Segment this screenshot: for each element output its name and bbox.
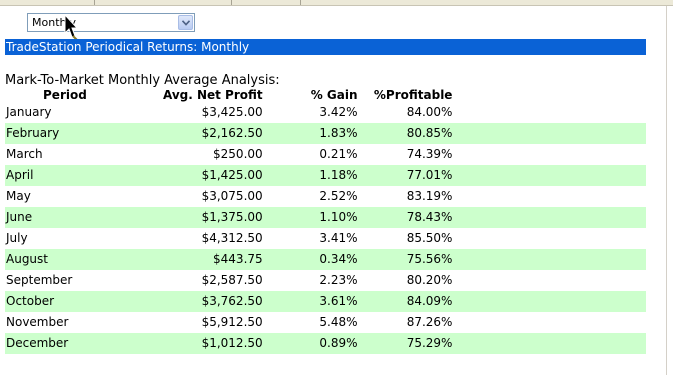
report-banner: TradeStation Periodical Returns: Monthly [5, 39, 646, 55]
cell-period: May [6, 189, 31, 203]
analysis-title: Mark-To-Market Monthly Average Analysis: [5, 73, 280, 88]
cell-profitable: 84.09% [357, 291, 453, 312]
cell-profitable: 85.50% [406, 231, 453, 245]
cell-profitable: 74.39% [406, 147, 453, 161]
cell-profitable: 77.01% [357, 165, 453, 186]
cell-profitable: 87.26% [406, 315, 453, 329]
cell-period: October [5, 291, 124, 312]
column-header-period: Period [43, 88, 87, 102]
cell-gain: 1.10% [262, 207, 358, 228]
cell-gain: 1.18% [262, 165, 358, 186]
cell-avg-net-profit: $1,425.00 [123, 165, 263, 186]
cell-profitable: 75.56% [357, 249, 453, 270]
dropdown-button[interactable] [178, 15, 193, 30]
cell-gain: 0.21% [319, 147, 358, 161]
window-divider [666, 6, 667, 375]
cell-period: June [5, 207, 124, 228]
cell-period: March [6, 147, 43, 161]
cell-profitable: 75.29% [357, 333, 453, 354]
table-row: May $3,075.00 2.52% 83.19% [5, 186, 646, 207]
cell-gain: 2.23% [319, 273, 358, 287]
column-header-profitable: %Profitable [373, 88, 453, 102]
cell-profitable: 80.85% [357, 123, 453, 144]
cell-profitable: 78.43% [357, 207, 453, 228]
cell-avg-net-profit: $3,075.00 [201, 189, 263, 203]
cell-period: January [6, 105, 52, 119]
cell-avg-net-profit: $2,162.50 [123, 123, 263, 144]
table-row: July $4,312.50 3.41% 85.50% [5, 228, 646, 249]
cell-period: July [6, 231, 28, 245]
cell-avg-net-profit: $3,425.00 [201, 105, 263, 119]
chevron-down-icon [182, 20, 190, 26]
table-row: March $250.00 0.21% 74.39% [5, 144, 646, 165]
cell-gain: 3.61% [262, 291, 358, 312]
period-select[interactable]: Monthly [27, 13, 195, 32]
cell-period: September [6, 273, 73, 287]
table-header-row: Period Avg. Net Profit % Gain %Profitabl… [5, 88, 646, 102]
cell-profitable: 84.00% [406, 105, 453, 119]
cell-avg-net-profit: $2,587.50 [201, 273, 263, 287]
cell-period: August [5, 249, 124, 270]
cell-profitable: 80.20% [406, 273, 453, 287]
returns-table: Period Avg. Net Profit % Gain %Profitabl… [5, 88, 646, 354]
table-row: June $1,375.00 1.10% 78.43% [5, 207, 646, 228]
table-row: April $1,425.00 1.18% 77.01% [5, 165, 646, 186]
cell-period: February [5, 123, 124, 144]
table-row: January $3,425.00 3.42% 84.00% [5, 102, 646, 123]
column-header-avg-net-profit: Avg. Net Profit [162, 88, 263, 102]
column-header-gain: % Gain [310, 88, 358, 102]
cell-period: November [6, 315, 69, 329]
cell-gain: 3.42% [319, 105, 358, 119]
cell-avg-net-profit: $250.00 [213, 147, 263, 161]
table-row: December $1,012.50 0.89% 75.29% [5, 333, 646, 354]
table-row: November $5,912.50 5.48% 87.26% [5, 312, 646, 333]
cell-avg-net-profit: $1,375.00 [123, 207, 263, 228]
cell-gain: 2.52% [319, 189, 358, 203]
cell-gain: 5.48% [319, 315, 358, 329]
cell-gain: 0.89% [262, 333, 358, 354]
cell-gain: 0.34% [262, 249, 358, 270]
table-row: October $3,762.50 3.61% 84.09% [5, 291, 646, 312]
window-top-strip [0, 0, 673, 6]
cell-avg-net-profit: $4,312.50 [201, 231, 263, 245]
mouse-pointer-icon [64, 14, 79, 42]
cell-gain: 1.83% [262, 123, 358, 144]
cell-period: December [5, 333, 124, 354]
cell-profitable: 83.19% [406, 189, 453, 203]
cutoff-text-line [5, 369, 305, 375]
cell-avg-net-profit: $1,012.50 [123, 333, 263, 354]
cell-gain: 3.41% [319, 231, 358, 245]
cell-avg-net-profit: $443.75 [123, 249, 263, 270]
cell-period: April [5, 165, 124, 186]
cell-avg-net-profit: $5,912.50 [201, 315, 263, 329]
cell-avg-net-profit: $3,762.50 [123, 291, 263, 312]
table-row: August $443.75 0.34% 75.56% [5, 249, 646, 270]
table-row: February $2,162.50 1.83% 80.85% [5, 123, 646, 144]
table-row: September $2,587.50 2.23% 80.20% [5, 270, 646, 291]
